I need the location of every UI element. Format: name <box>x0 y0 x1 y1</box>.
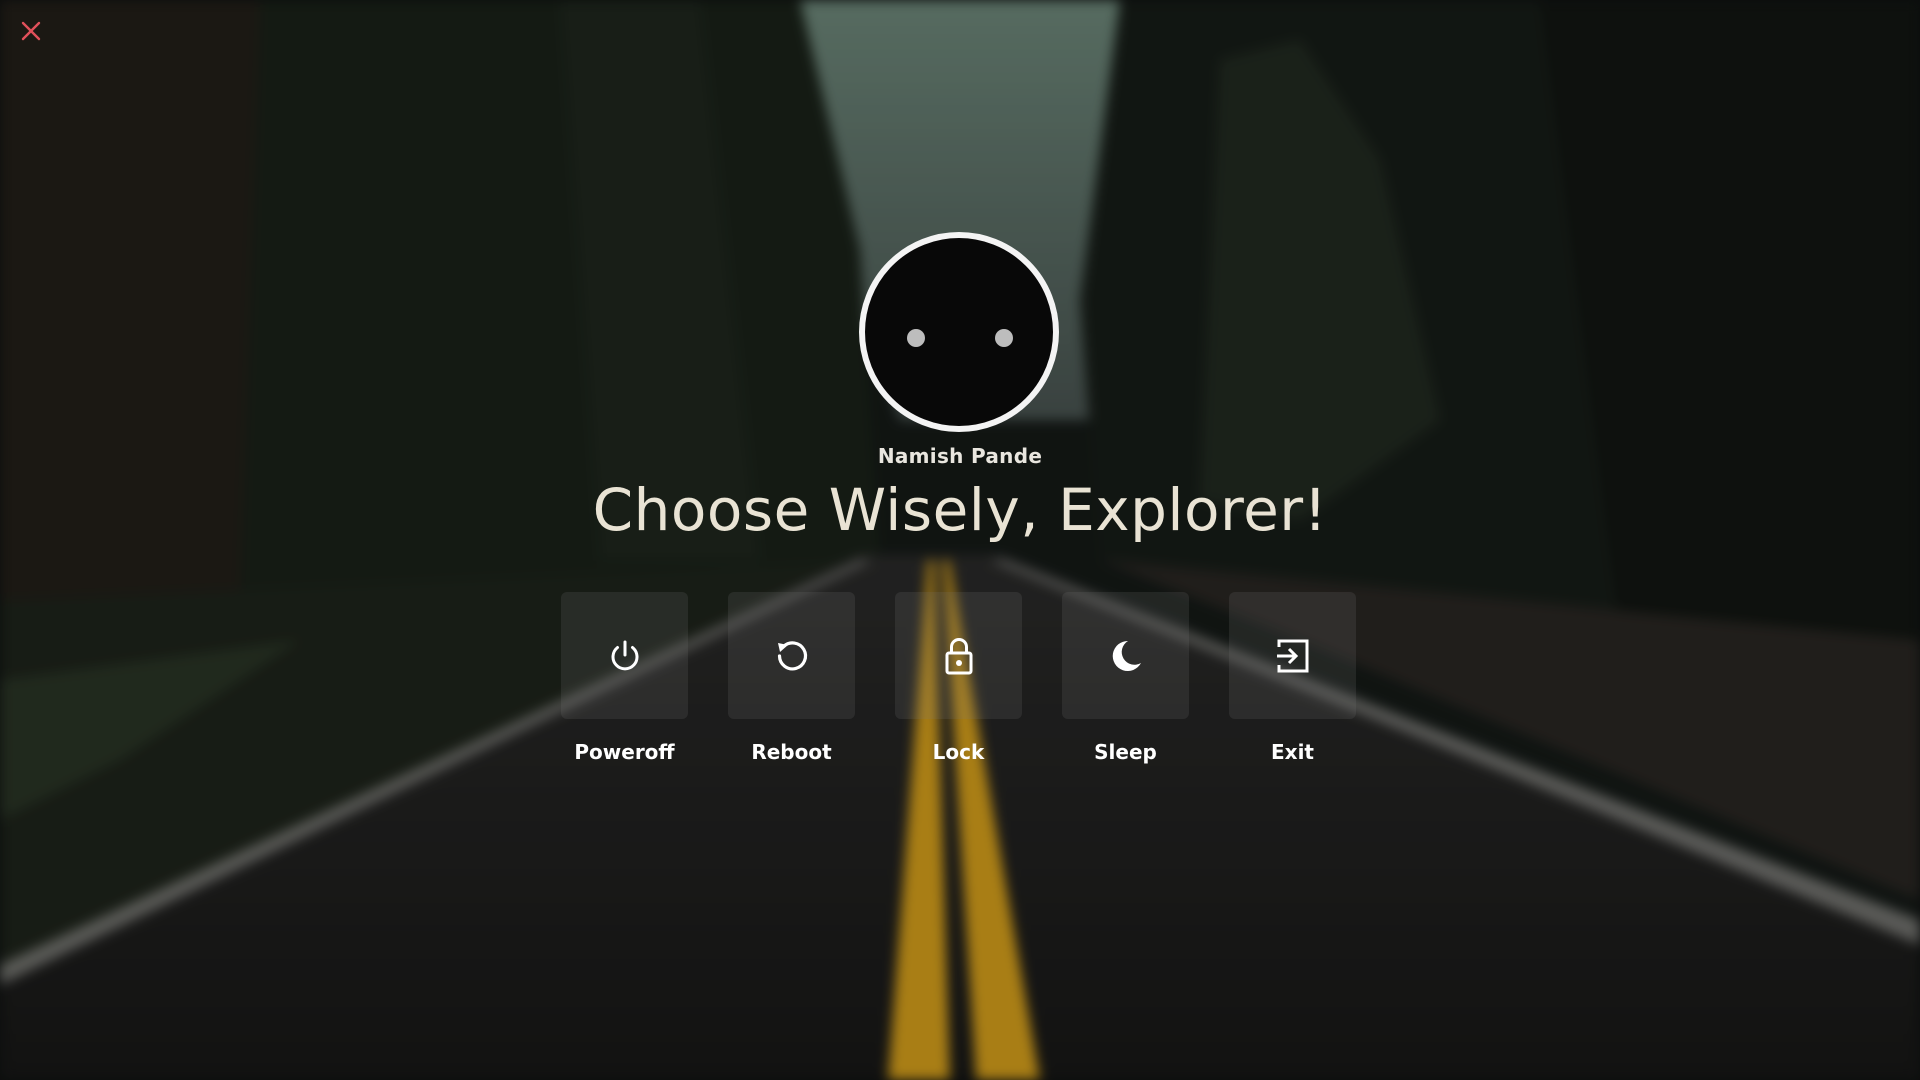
poweroff-button[interactable]: Poweroff <box>561 592 691 772</box>
action-buttons: Poweroff Reboot Lock Sleep Exit <box>561 592 1359 772</box>
power-menu: Namish Pande Choose Wisely, Explorer! Po… <box>0 0 1920 1080</box>
avatar-left-eye <box>907 329 925 347</box>
power-menu-screen: Namish Pande Choose Wisely, Explorer! Po… <box>0 0 1920 1080</box>
poweroff-label: Poweroff <box>574 740 675 764</box>
exit-button[interactable]: Exit <box>1229 592 1359 772</box>
exit-label: Exit <box>1271 740 1314 764</box>
avatar <box>859 232 1059 432</box>
lock-tile[interactable] <box>895 592 1022 719</box>
sleep-label: Sleep <box>1094 740 1157 764</box>
lock-label: Lock <box>932 740 985 764</box>
exit-tile[interactable] <box>1229 592 1356 719</box>
avatar-right-eye <box>995 329 1013 347</box>
lock-button[interactable]: Lock <box>895 592 1025 772</box>
reboot-tile[interactable] <box>728 592 855 719</box>
reboot-label: Reboot <box>751 740 832 764</box>
page-title: Choose Wisely, Explorer! <box>592 476 1328 544</box>
sleep-tile[interactable] <box>1062 592 1189 719</box>
moon-icon <box>1112 640 1141 671</box>
logout-icon <box>1276 639 1308 672</box>
lock-icon <box>945 637 972 674</box>
username: Namish Pande <box>877 444 1043 468</box>
sleep-button[interactable]: Sleep <box>1062 592 1192 772</box>
reboot-button[interactable]: Reboot <box>728 592 858 772</box>
power-icon <box>611 640 638 670</box>
restart-icon <box>777 640 807 670</box>
poweroff-tile[interactable] <box>561 592 688 719</box>
